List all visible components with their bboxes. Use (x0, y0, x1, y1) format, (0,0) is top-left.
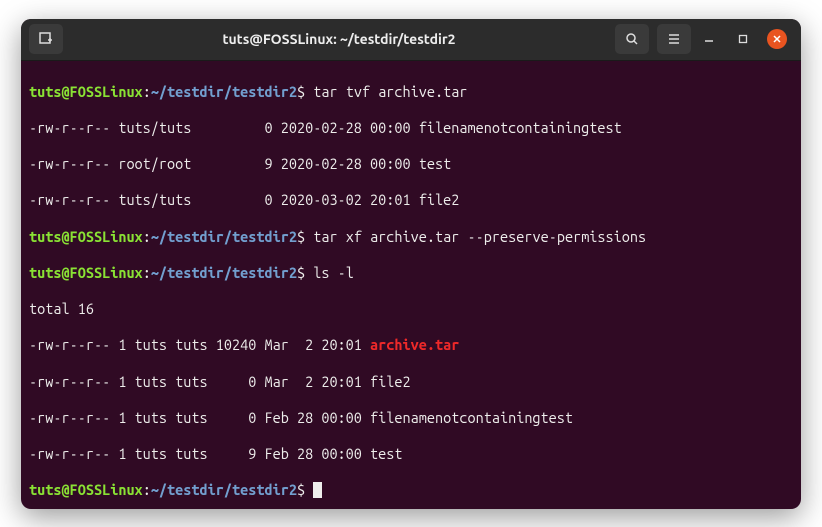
prompt-dollar: $ (297, 83, 305, 100)
archive-filename: archive.tar (370, 336, 459, 353)
prompt-path: ~/testdir/testdir2 (151, 481, 297, 498)
menu-button[interactable] (657, 24, 691, 54)
prompt-line: tuts@FOSSLinux:~/testdir/testdir2$ (29, 481, 793, 499)
new-tab-icon (38, 31, 54, 47)
prompt-colon: : (143, 264, 151, 281)
terminal-window: tuts@FOSSLinux: ~/testdir/testdir2 tuts@… (21, 19, 801, 509)
output-line: -rw-r--r-- 1 tuts tuts 0 Mar 2 20:01 fil… (29, 373, 793, 391)
window-title: tuts@FOSSLinux: ~/testdir/testdir2 (71, 31, 607, 47)
output-line: -rw-r--r-- tuts/tuts 0 2020-03-02 20:01 … (29, 191, 793, 209)
prompt-path: ~/testdir/testdir2 (151, 83, 297, 100)
output-line: -rw-r--r-- 1 tuts tuts 9 Feb 28 00:00 te… (29, 445, 793, 463)
cursor (313, 482, 322, 498)
prompt-line: tuts@FOSSLinux:~/testdir/testdir2$ ls -l (29, 264, 793, 282)
output-line: -rw-r--r-- tuts/tuts 0 2020-02-28 00:00 … (29, 119, 793, 137)
prompt-user: tuts@FOSSLinux (29, 83, 143, 100)
prompt-path: ~/testdir/testdir2 (151, 228, 297, 245)
prompt-colon: : (143, 228, 151, 245)
prompt-dollar: $ (297, 228, 305, 245)
titlebar: tuts@FOSSLinux: ~/testdir/testdir2 (21, 19, 801, 61)
prompt-dollar: $ (297, 481, 305, 498)
output-line: -rw-r--r-- 1 tuts tuts 10240 Mar 2 20:01… (29, 336, 793, 354)
prompt-user: tuts@FOSSLinux (29, 481, 143, 498)
search-button[interactable] (615, 24, 649, 54)
close-button[interactable] (767, 29, 787, 49)
new-tab-button[interactable] (29, 24, 63, 54)
prompt-colon: : (143, 481, 151, 498)
close-icon (772, 34, 782, 44)
output-line: -rw-r--r-- 1 tuts tuts 0 Feb 28 00:00 fi… (29, 409, 793, 427)
minimize-button[interactable] (699, 29, 719, 49)
window-controls (699, 29, 793, 49)
maximize-icon (738, 34, 748, 44)
prompt-colon: : (143, 83, 151, 100)
command-text (305, 481, 313, 498)
command-text: ls -l (305, 264, 354, 281)
command-text: tar tvf archive.tar (305, 83, 467, 100)
prompt-user: tuts@FOSSLinux (29, 228, 143, 245)
hamburger-icon (666, 31, 682, 47)
search-icon (624, 31, 640, 47)
terminal-body[interactable]: tuts@FOSSLinux:~/testdir/testdir2$ tar t… (21, 61, 801, 509)
prompt-path: ~/testdir/testdir2 (151, 264, 297, 281)
minimize-icon (704, 34, 714, 44)
prompt-line: tuts@FOSSLinux:~/testdir/testdir2$ tar t… (29, 83, 793, 101)
maximize-button[interactable] (733, 29, 753, 49)
prompt-dollar: $ (297, 264, 305, 281)
command-text: tar xf archive.tar --preserve-permission… (305, 228, 646, 245)
prompt-line: tuts@FOSSLinux:~/testdir/testdir2$ tar x… (29, 228, 793, 246)
prompt-user: tuts@FOSSLinux (29, 264, 143, 281)
ls-row-prefix: -rw-r--r-- 1 tuts tuts 10240 Mar 2 20:01 (29, 336, 370, 353)
output-line: total 16 (29, 300, 793, 318)
output-line: -rw-r--r-- root/root 9 2020-02-28 00:00 … (29, 155, 793, 173)
